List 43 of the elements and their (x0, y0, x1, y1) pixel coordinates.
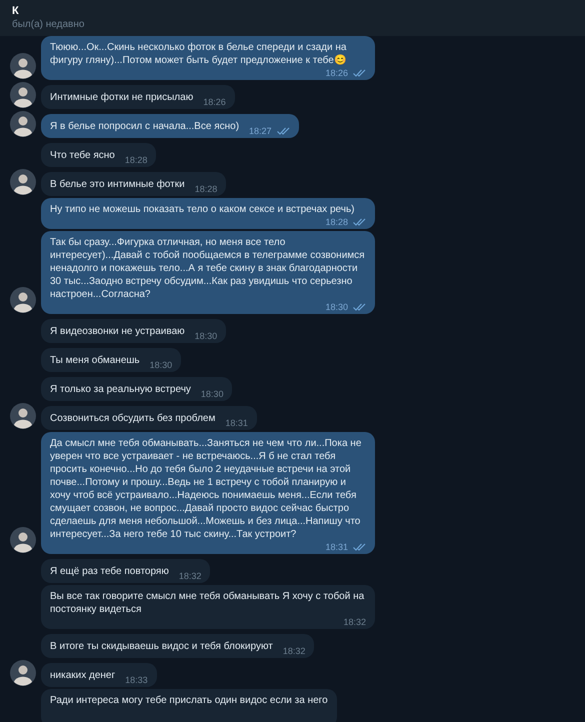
message-text: Ради интереса могу тебе прислать один видос если за него (50, 694, 328, 707)
avatar[interactable] (10, 53, 36, 79)
message-time: 18:30 (194, 332, 218, 340)
message-text: Интимные фотки не присылаю (50, 91, 194, 104)
message-time: 18:28 (124, 156, 148, 164)
message-time: 18:28 (325, 218, 348, 226)
message-text: Созвониться обсудить без проблем (50, 412, 216, 425)
avatar[interactable] (10, 111, 36, 137)
message-text: Ну типо не можешь показать тело о каком сексе и встречах речь) (50, 203, 354, 216)
message-time: 18:27 (249, 127, 272, 135)
message-time: 18:32 (178, 572, 202, 580)
message-text: В итоге ты скидываешь видос и тебя блокируют (50, 640, 273, 653)
message-time: 18:26 (203, 98, 226, 106)
message-text: никаких денег (50, 669, 116, 682)
message-time: 18:30 (325, 303, 348, 311)
message-text: Что тебе ясно (50, 149, 115, 162)
message-time: 18:33 (125, 676, 148, 684)
message-text: Я в белье попросил с начала...Все ясно) (50, 120, 240, 133)
message-text: Я ещё раз тебе повторяю (50, 565, 169, 578)
message-time: 18:31 (325, 543, 348, 551)
chat-title: К (12, 4, 19, 18)
last-seen-status: был(а) недавно (12, 18, 84, 32)
message-time: 18:32 (282, 647, 306, 655)
message-text: Да смысл мне тебя обманывать...Заняться не чем что ли...Пока не уверен что все устраивает - не встречаюсь...Я б не стал тебя просить конечно...Но до тебя было 2 неудачные встречи на этой почве...Потому и прошу...Ведь не 1 встречу с тобой планирую и хочу чтоб всё устраивало...Надеюсь понимаешь меня...Если тебя смущает созвон, не вопрос...Давай просто видос сейчас быстро сделаешь для меня небольшой...Можешь и без лица...Напишу что интересует...За него тебе 10 тыс скину...Так устроит? (50, 437, 362, 541)
message-time: 18:31 (225, 419, 248, 427)
message-text: Ты меня обманешь (50, 354, 140, 367)
avatar[interactable] (10, 287, 36, 313)
message-time: 18:30 (150, 361, 172, 369)
avatar[interactable] (10, 169, 36, 195)
message-text: Я только за реальную встречу (50, 383, 191, 396)
avatar[interactable] (10, 660, 36, 686)
message-time: 18:28 (194, 185, 218, 193)
message-text: Вы все так говорите смысл мне тебя обманывать Я хочу с тобой на постоянку видеться (50, 590, 366, 616)
message-text: Так бы сразу...Фигурка отличная, но меня все тело интересует)...Давай с тобой пообщаемся в телеграмме созвонимся ненадолго и покажешь тело...А я тебе скину в знак благодарности 30 тыс...Заодно встречу обсудим...Как раз увидишь что серьезно настроен...Согласна? (50, 236, 366, 301)
message-time: 18:30 (200, 390, 224, 398)
avatar[interactable] (10, 527, 36, 553)
message-text: Тююю...Ок...Скинь несколько фоток в белье спереди и сзади на фигуру гляну)...Потом может быть будет предложение к тебе😊 (50, 41, 348, 67)
message-time: 18:26 (325, 69, 348, 77)
message-text: Я видеозвонки не устраиваю (50, 325, 185, 338)
avatar[interactable] (10, 403, 36, 429)
avatar[interactable] (10, 82, 36, 108)
message-text: В белье это интимные фотки (50, 178, 185, 191)
message-time: 18:32 (343, 618, 366, 626)
